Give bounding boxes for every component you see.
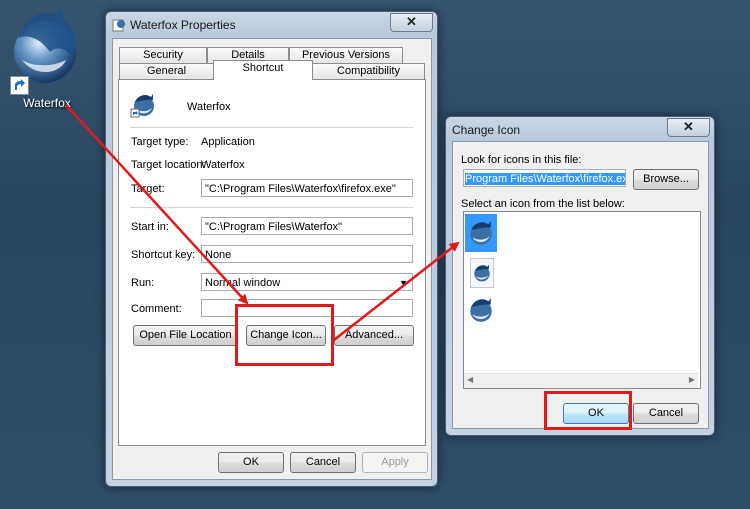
icon-list-item[interactable] — [470, 258, 494, 288]
target-location-label: Target location: — [131, 159, 206, 171]
annotation-box-ok — [544, 391, 632, 430]
run-select[interactable]: Normal window ▼ — [201, 273, 413, 291]
advanced-button[interactable]: Advanced... — [334, 325, 414, 346]
change-icon-window: Change Icon ✕ Look for icons in this fil… — [445, 116, 715, 436]
run-select-value: Normal window — [205, 277, 281, 289]
select-icon-label: Select an icon from the list below: — [461, 198, 625, 210]
change-icon-titlebar[interactable]: Change Icon ✕ — [446, 117, 714, 141]
separator — [130, 127, 413, 128]
comment-label: Comment: — [131, 303, 182, 315]
scroll-right-icon[interactable]: ▶ — [689, 375, 695, 384]
target-type-label: Target type: — [131, 136, 189, 148]
change-icon-client: Look for icons in this file: Program Fil… — [452, 141, 709, 429]
change-icon-title: Change Icon — [452, 123, 521, 137]
separator — [130, 207, 413, 208]
properties-title: Waterfox Properties — [130, 18, 236, 32]
icon-file-selected-text: Program Files\Waterfox\firefox.exe — [465, 173, 625, 185]
waterfox-globe-icon — [470, 221, 492, 245]
open-file-location-button[interactable]: Open File Location — [133, 325, 238, 346]
shortcut-app-name: Waterfox — [187, 101, 231, 113]
waterfox-globe-icon — [130, 94, 154, 118]
tab-security[interactable]: Security — [119, 47, 207, 63]
apply-button[interactable]: Apply — [362, 452, 428, 473]
properties-window: Waterfox Properties ✕ Security Details P… — [105, 11, 438, 487]
close-icon: ✕ — [406, 14, 417, 29]
ok-button[interactable]: OK — [218, 452, 284, 473]
properties-client: Security Details Previous Versions Gener… — [112, 38, 432, 480]
target-label: Target: — [131, 183, 165, 195]
annotation-box-change-icon — [235, 304, 334, 366]
look-for-icons-label: Look for icons in this file: — [461, 154, 582, 166]
scroll-left-icon[interactable]: ◀ — [467, 375, 473, 384]
desktop-icon-label: Waterfox — [23, 96, 71, 110]
properties-titlebar[interactable]: Waterfox Properties ✕ — [106, 12, 437, 36]
icon-file-input[interactable]: Program Files\Waterfox\firefox.exe — [463, 169, 626, 187]
target-type-value: Application — [201, 136, 255, 148]
tab-general[interactable]: General — [119, 63, 214, 79]
shortcut-panel: Waterfox Target type: Application Target… — [118, 79, 426, 446]
properties-title-icon — [112, 19, 125, 32]
browse-button[interactable]: Browse... — [633, 169, 699, 190]
desktop-shortcut-waterfox[interactable]: Waterfox — [4, 4, 84, 110]
close-button[interactable]: ✕ — [390, 13, 433, 32]
waterfox-globe-icon — [470, 298, 492, 322]
shortcut-key-input[interactable]: None — [201, 245, 413, 263]
shortcut-arrow-icon — [10, 76, 29, 95]
icon-list[interactable]: ◀ ▶ — [463, 211, 701, 389]
shortcut-key-label: Shortcut key: — [131, 249, 196, 261]
cancel-button[interactable]: Cancel — [290, 452, 356, 473]
icon-list-scrollbar[interactable]: ◀ ▶ — [464, 373, 698, 388]
target-location-value: Waterfox — [201, 159, 245, 171]
close-button[interactable]: ✕ — [667, 118, 710, 137]
waterfox-globe-icon — [474, 264, 490, 282]
close-icon: ✕ — [683, 119, 694, 134]
tab-shortcut[interactable]: Shortcut — [213, 60, 313, 80]
icon-list-item[interactable] — [467, 296, 495, 324]
chevron-down-icon[interactable]: ▼ — [399, 274, 408, 290]
cancel-button[interactable]: Cancel — [633, 403, 699, 424]
run-label: Run: — [131, 277, 155, 289]
tab-compatibility[interactable]: Compatibility — [312, 63, 425, 79]
waterfox-globe-icon — [14, 8, 76, 83]
target-input[interactable]: "C:\Program Files\Waterfox\firefox.exe" — [201, 179, 413, 197]
start-in-label: Start in: — [131, 221, 169, 233]
start-in-input[interactable]: "C:\Program Files\Waterfox" — [201, 217, 413, 235]
icon-list-item-selected[interactable] — [465, 214, 497, 252]
